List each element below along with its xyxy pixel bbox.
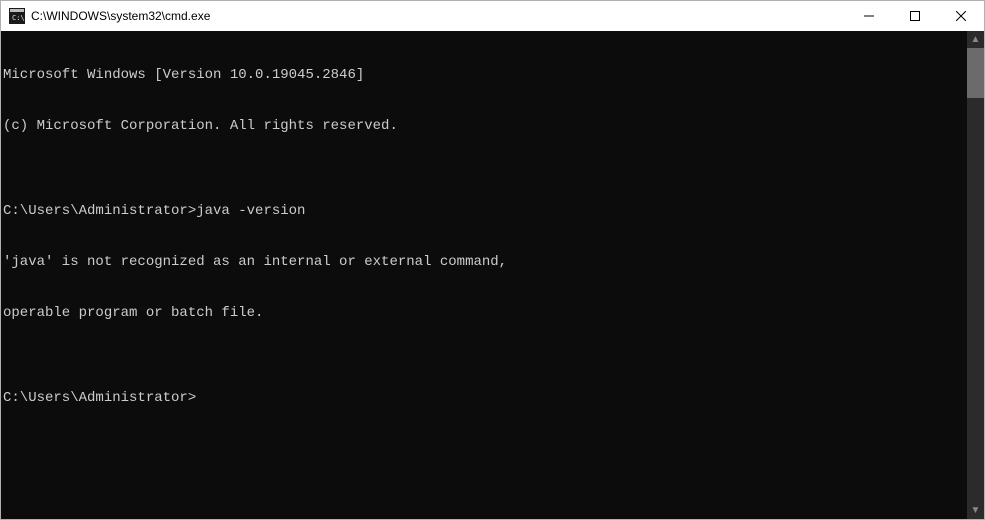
terminal-line: operable program or batch file. bbox=[3, 305, 967, 322]
minimize-button[interactable] bbox=[846, 1, 892, 31]
window-controls bbox=[846, 1, 984, 31]
maximize-icon bbox=[910, 11, 920, 21]
terminal-line: Microsoft Windows [Version 10.0.19045.28… bbox=[3, 67, 967, 84]
titlebar[interactable]: C:\ C:\WINDOWS\system32\cmd.exe bbox=[1, 1, 984, 31]
terminal-line: 'java' is not recognized as an internal … bbox=[3, 254, 967, 271]
close-icon bbox=[956, 11, 966, 21]
close-button[interactable] bbox=[938, 1, 984, 31]
maximize-button[interactable] bbox=[892, 1, 938, 31]
scrollbar-thumb[interactable] bbox=[967, 48, 984, 98]
terminal-line: (c) Microsoft Corporation. All rights re… bbox=[3, 118, 967, 135]
content-area: Microsoft Windows [Version 10.0.19045.28… bbox=[1, 31, 984, 519]
vertical-scrollbar[interactable]: ▲ ▼ bbox=[967, 31, 984, 519]
scroll-down-arrow-icon[interactable]: ▼ bbox=[967, 502, 984, 519]
terminal-line: C:\Users\Administrator>java -version bbox=[3, 203, 967, 220]
svg-text:C:\: C:\ bbox=[12, 14, 25, 22]
terminal-prompt: C:\Users\Administrator> bbox=[3, 390, 967, 407]
minimize-icon bbox=[864, 11, 874, 21]
scroll-up-arrow-icon[interactable]: ▲ bbox=[967, 31, 984, 48]
cmd-window: C:\ C:\WINDOWS\system32\cmd.exe bbox=[0, 0, 985, 520]
terminal-output[interactable]: Microsoft Windows [Version 10.0.19045.28… bbox=[1, 31, 967, 519]
cmd-icon: C:\ bbox=[9, 8, 25, 24]
window-title: C:\WINDOWS\system32\cmd.exe bbox=[31, 9, 846, 23]
